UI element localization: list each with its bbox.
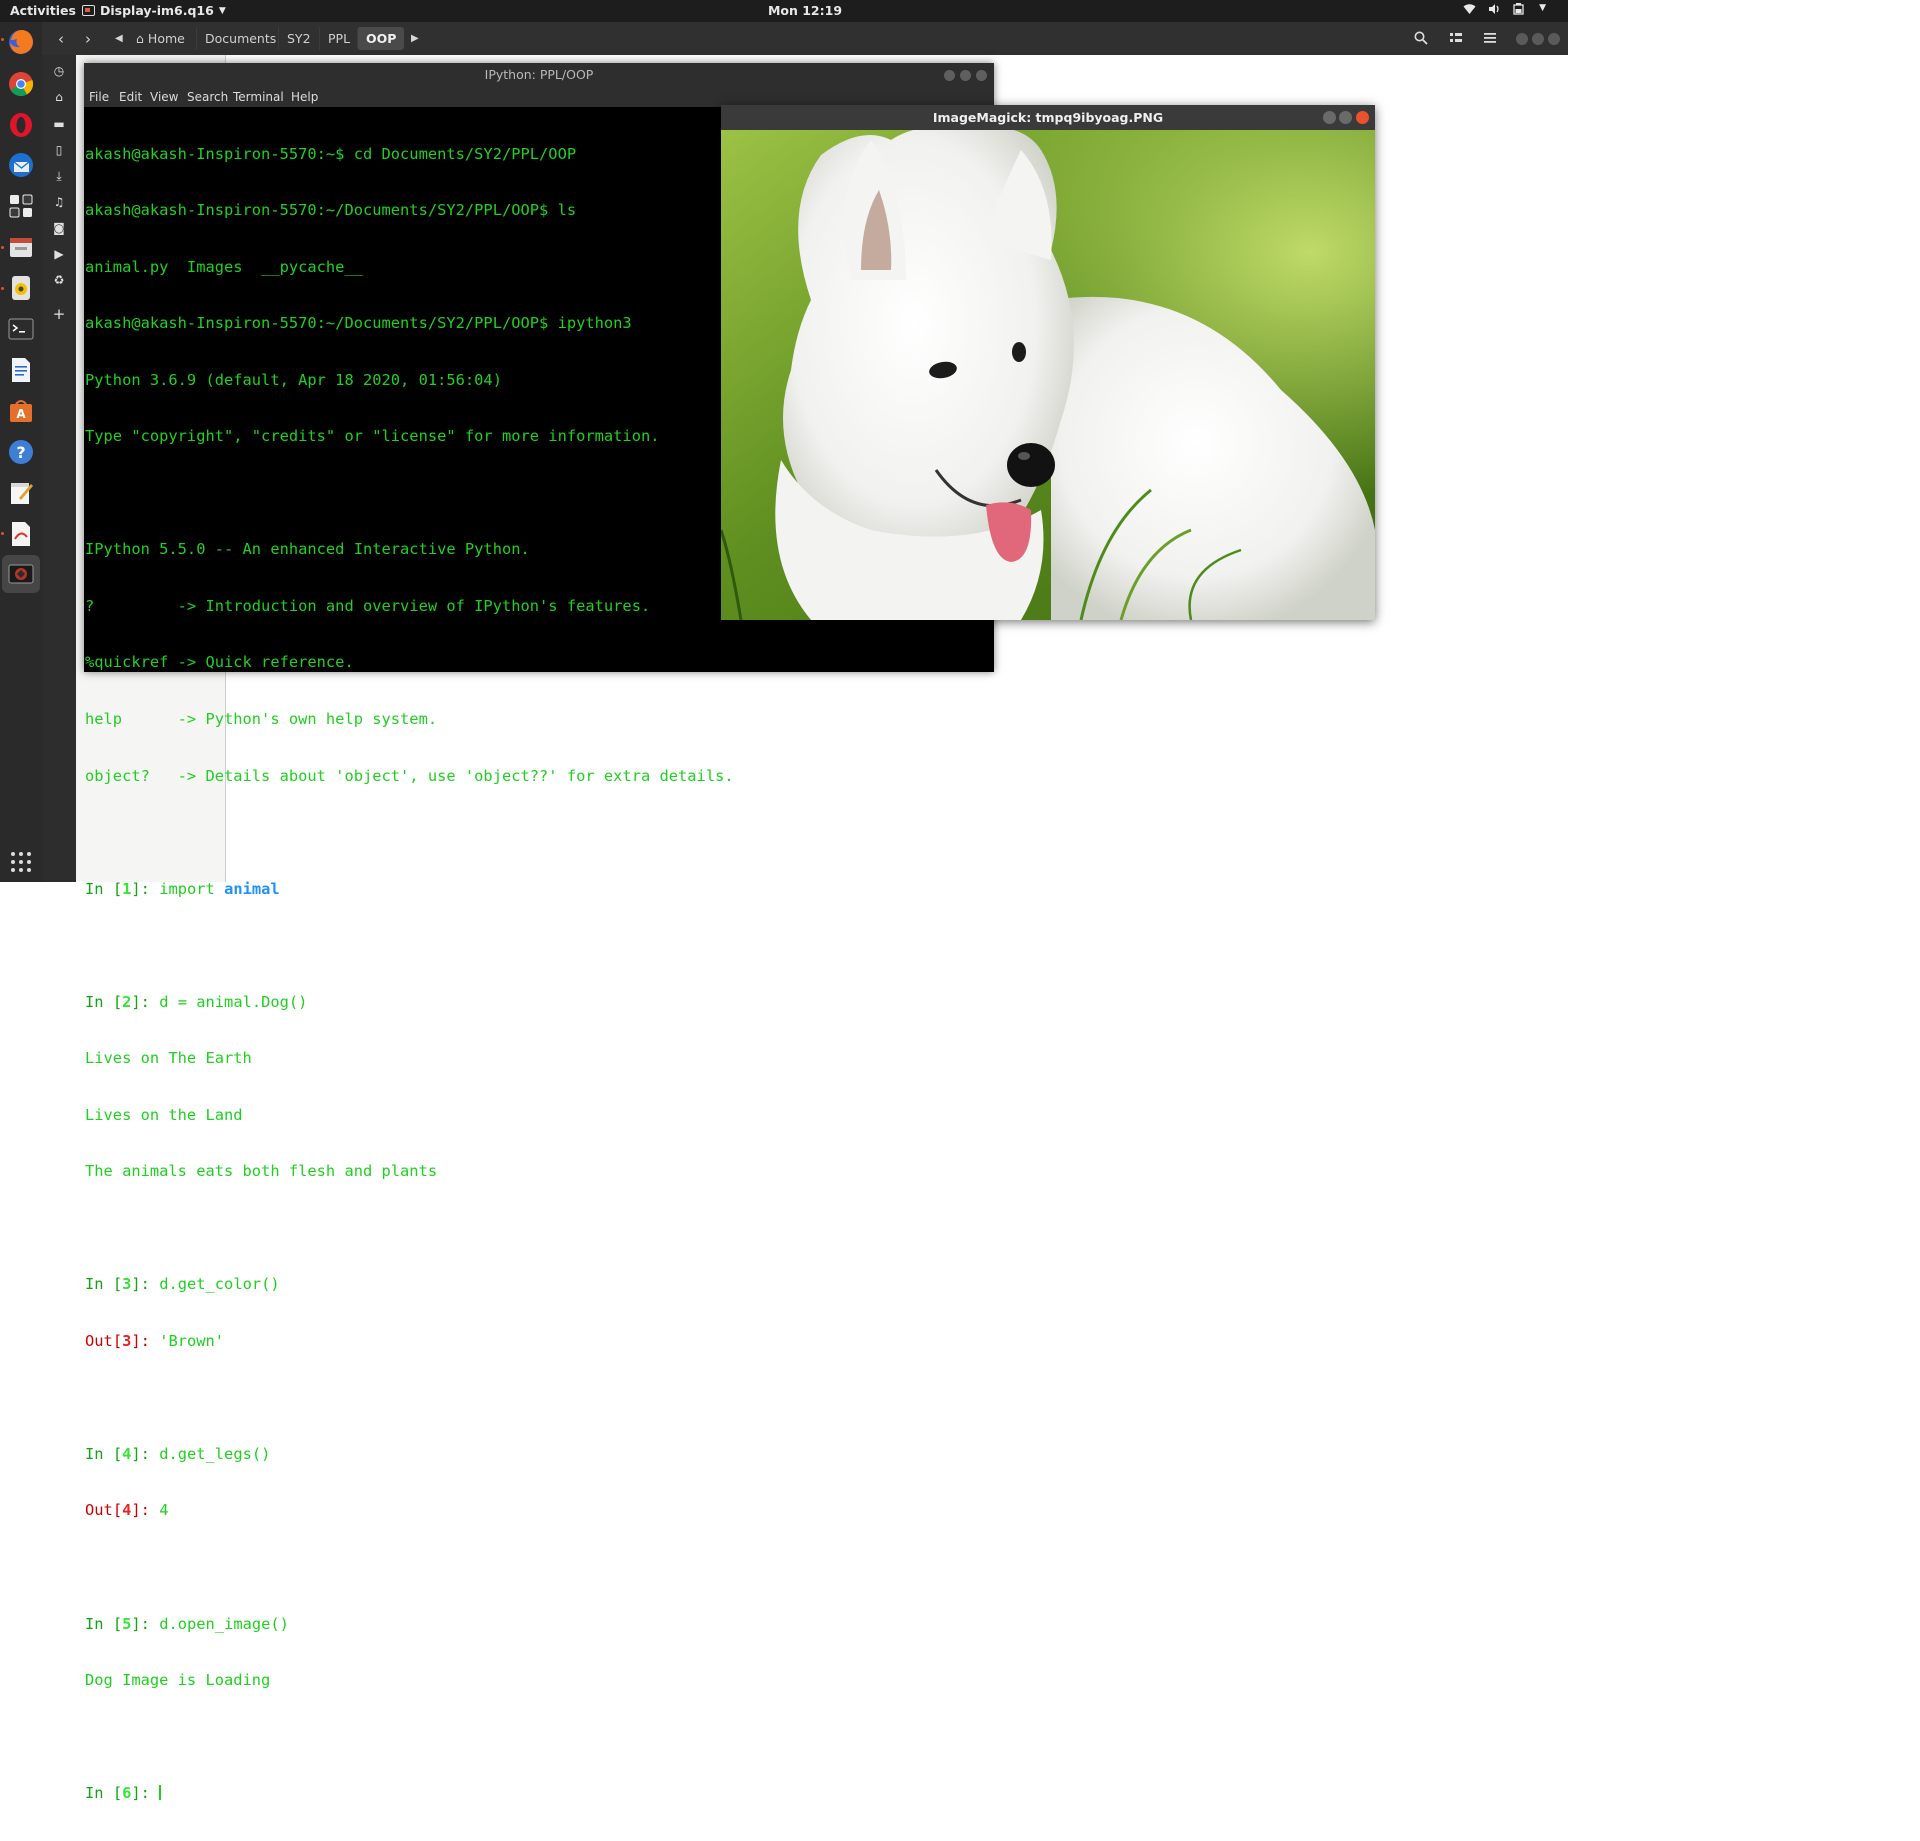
maximize-button[interactable] — [1532, 33, 1544, 45]
document-viewer-icon[interactable] — [6, 519, 36, 549]
menu-terminal[interactable]: Terminal — [233, 90, 284, 104]
output-prompt-3: Out[3]: 'Brown' — [85, 1331, 225, 1350]
thunderbird-icon[interactable] — [6, 150, 36, 180]
input-prompt-2: In [2]: d = animal.Dog() — [85, 992, 308, 1011]
activities-button[interactable]: Activities — [10, 3, 76, 18]
terminal-line: help -> Python's own help system. — [85, 710, 438, 728]
volume-icon[interactable] — [1488, 3, 1501, 18]
terminal-line: %quickref -> Quick reference. — [85, 653, 354, 672]
input-prompt-4: In [4]: d.get_legs() — [85, 1444, 271, 1463]
recent-icon[interactable]: ◷ — [52, 64, 66, 78]
videos-folder-icon[interactable]: ▶ — [52, 247, 66, 261]
rhythmbox-icon[interactable] — [6, 273, 36, 303]
minimize-button[interactable] — [1516, 33, 1528, 45]
search-icon[interactable] — [1414, 31, 1428, 49]
text-cursor — [159, 1785, 162, 1801]
file-manager-icon[interactable] — [6, 232, 36, 262]
menu-view[interactable]: View — [150, 90, 178, 104]
terminal-menubar: File Edit View Search Terminal Help — [84, 87, 994, 107]
output-prompt-4: Out[4]: 4 — [85, 1501, 169, 1520]
app-menu-label: Display-im6.q16 — [100, 3, 214, 18]
text-editor-icon[interactable] — [6, 478, 36, 508]
firefox-icon[interactable] — [6, 27, 36, 57]
battery-icon[interactable] — [1513, 3, 1527, 18]
app-menu[interactable]: Display-im6.q16 ▼ — [82, 3, 226, 18]
dconf-icon[interactable] — [6, 191, 36, 221]
software-center-icon[interactable]: A — [6, 396, 36, 426]
documents-folder-icon[interactable]: ▯ — [52, 143, 66, 157]
opera-icon[interactable] — [6, 110, 36, 140]
writer-icon[interactable] — [6, 355, 36, 385]
forward-arrow-icon[interactable]: › — [85, 30, 91, 48]
svg-text:A: A — [16, 407, 26, 421]
terminal-maximize-button[interactable] — [960, 70, 971, 81]
image-close-button[interactable] — [1356, 111, 1369, 124]
help-icon[interactable]: ? — [6, 437, 36, 467]
file-manager-sidebar: ◷ ⌂ ▬ ▯ ⤓ ♫ ◙ ▶ ♻ + — [42, 55, 76, 882]
music-folder-icon[interactable]: ♫ — [52, 195, 66, 209]
breadcrumb-home[interactable]: ⌂ Home — [128, 27, 193, 50]
window-icon — [82, 5, 95, 16]
terminal-line: object? -> Details about 'object', use '… — [85, 766, 734, 785]
menu-file[interactable]: File — [89, 90, 109, 104]
imagemagick-dock-icon[interactable] — [2, 555, 40, 593]
hamburger-menu-icon[interactable] — [1483, 31, 1497, 49]
input-prompt-6[interactable]: In [6]: — [85, 1784, 990, 1803]
breadcrumb-oop[interactable]: OOP — [357, 27, 405, 50]
image-minimize-button[interactable] — [1323, 111, 1336, 124]
pictures-folder-icon[interactable]: ◙ — [52, 221, 66, 235]
input-prompt-1: In [1]: import animal — [85, 879, 280, 898]
file-manager-headerbar: ‹ › ◀ ⌂ Home Documents SY2 PPL OOP ▶ — [42, 22, 1568, 55]
imagemagick-window[interactable]: ImageMagick: tmpq9ibyoag.PNG — [721, 105, 1375, 620]
downloads-folder-icon[interactable]: ⤓ — [52, 169, 66, 183]
view-options-icon[interactable] — [1449, 31, 1463, 49]
breadcrumb-ppl[interactable]: PPL — [319, 27, 358, 50]
show-applications-icon[interactable] — [11, 852, 31, 872]
clock[interactable]: Mon 12:19 — [760, 3, 850, 18]
home-folder-icon[interactable]: ⌂ — [52, 90, 66, 104]
system-menu-arrow-icon[interactable]: ▼ — [1539, 3, 1546, 18]
input-prompt-5: In [5]: d.open_image() — [85, 1614, 289, 1633]
breadcrumb-sy2[interactable]: SY2 — [278, 27, 319, 50]
system-tray[interactable]: ▼ — [1463, 3, 1546, 18]
menu-search[interactable]: Search — [187, 90, 228, 104]
chrome-icon[interactable] — [6, 69, 36, 99]
dog-photo — [721, 130, 1375, 620]
wifi-icon[interactable] — [1463, 3, 1476, 18]
terminal-line: Lives on the Land — [85, 1105, 243, 1124]
home-icon: ⌂ — [136, 31, 144, 46]
input-prompt-3: In [3]: d.get_color() — [85, 1275, 280, 1294]
image-maximize-button[interactable] — [1339, 111, 1352, 124]
top-panel: Activities Display-im6.q16 ▼ Mon 12:19 ▼ — [0, 0, 1568, 22]
close-button[interactable] — [1548, 33, 1560, 45]
terminal-line: The animals eats both flesh and plants — [85, 1162, 438, 1181]
breadcrumb-right-icon[interactable]: ▶ — [411, 33, 419, 44]
terminal-close-button[interactable] — [976, 70, 987, 81]
back-arrow-icon[interactable]: ‹ — [58, 30, 64, 48]
terminal-icon[interactable] — [6, 314, 36, 344]
menu-edit[interactable]: Edit — [119, 90, 142, 104]
trash-icon[interactable]: ♻ — [52, 273, 66, 287]
breadcrumb-documents[interactable]: Documents — [196, 27, 284, 50]
dropdown-arrow-icon: ▼ — [218, 5, 226, 16]
terminal-minimize-button[interactable] — [944, 70, 955, 81]
svg-text:?: ? — [16, 443, 25, 462]
terminal-line: Lives on The Earth — [85, 1049, 252, 1068]
breadcrumb-left-icon[interactable]: ◀ — [115, 33, 123, 44]
dock: A ? — [0, 22, 42, 882]
terminal-title[interactable]: IPython: PPL/OOP — [84, 63, 994, 87]
terminal-line: Dog Image is Loading — [85, 1671, 271, 1690]
desktop-folder-icon[interactable]: ▬ — [52, 117, 66, 131]
menu-help[interactable]: Help — [291, 90, 318, 104]
other-locations-icon[interactable]: + — [52, 307, 66, 322]
imagemagick-title[interactable]: ImageMagick: tmpq9ibyoag.PNG — [721, 105, 1375, 130]
